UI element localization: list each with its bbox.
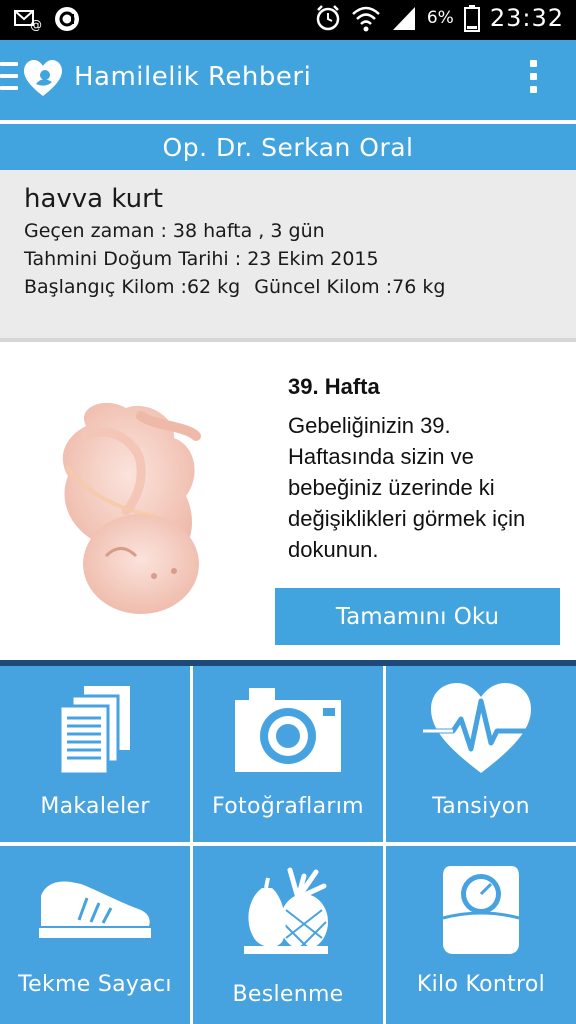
- due-date: Tahmini Doğum Tarihi : 23 Ekim 2015: [24, 248, 379, 270]
- tile-beslenme[interactable]: Beslenme: [193, 846, 383, 1024]
- overflow-menu-icon[interactable]: [530, 60, 540, 100]
- tile-label-fotograflarim: Fotoğraflarım: [212, 794, 364, 819]
- email-notification-icon: @: [14, 10, 42, 31]
- wifi-icon: [351, 6, 380, 32]
- app-notification-icon: [55, 7, 79, 31]
- heartbeat-icon: [423, 683, 539, 773]
- tile-fotograflarim[interactable]: Fotoğraflarım: [193, 666, 383, 842]
- drawer-menu-icon[interactable]: [0, 62, 18, 96]
- weight-line: Başlangıç Kilom :62 kg Güncel Kilom :76 k…: [24, 276, 576, 298]
- camera-icon: [235, 688, 341, 772]
- tile-tansiyon[interactable]: Tansiyon: [386, 666, 576, 842]
- status-time: 23:32: [489, 4, 564, 32]
- tile-kilo-kontrol[interactable]: Kilo Kontrol: [386, 846, 576, 1024]
- shoe-icon: [39, 881, 151, 938]
- tile-label-beslenme: Beslenme: [232, 982, 344, 1007]
- week-title: 39. Hafta: [288, 374, 380, 399]
- user-name: havva kurt: [24, 184, 164, 214]
- tile-label-kilo-kontrol: Kilo Kontrol: [416, 972, 546, 997]
- week-card[interactable]: 39. Hafta Gebeliğinizin 39. Haftasında s…: [0, 346, 576, 660]
- profile-panel[interactable]: havva kurt Geçen zaman : 38 hafta , 3 gü…: [0, 170, 576, 342]
- fetus-illustration: [62, 402, 201, 614]
- read-more-button[interactable]: Tamamını Oku: [275, 588, 560, 645]
- svg-text:@: @: [30, 18, 42, 31]
- documents-icon: [58, 686, 130, 776]
- battery-icon: [463, 5, 480, 32]
- doctor-banner[interactable]: Op. Dr. Serkan Oral: [0, 124, 576, 170]
- week-description: Gebeliğinizin 39. Haftasında sizin ve be…: [288, 413, 526, 562]
- app-title: Hamilelik Rehberi: [74, 62, 312, 92]
- tile-makaleler[interactable]: Makaleler: [0, 666, 190, 842]
- feature-grid: Makaleler Fotoğraflarım Tansiyon Tekme S…: [0, 666, 576, 1024]
- status-bar: @ 6% 23:32: [0, 0, 576, 40]
- doctor-name: Op. Dr. Serkan Oral: [162, 132, 414, 162]
- tile-label-tekme-sayaci: Tekme Sayacı: [18, 972, 172, 997]
- app-logo-icon[interactable]: [22, 58, 64, 100]
- elapsed-time: Geçen zaman : 38 hafta , 3 gün: [24, 220, 325, 242]
- scale-icon: [442, 866, 520, 954]
- tile-tekme-sayaci[interactable]: Tekme Sayacı: [0, 846, 190, 1024]
- tile-label-makaleler: Makaleler: [40, 794, 150, 819]
- battery-percent: 6%: [426, 8, 454, 28]
- alarm-icon: [316, 5, 340, 31]
- fruits-icon: [244, 867, 328, 954]
- signal-icon: [392, 7, 415, 30]
- tile-label-tansiyon: Tansiyon: [432, 794, 530, 819]
- current-weight: Güncel Kilom :76 kg: [254, 276, 446, 298]
- app-bar: Hamilelik Rehberi: [0, 40, 576, 120]
- start-weight: Başlangıç Kilom :62 kg: [24, 276, 241, 298]
